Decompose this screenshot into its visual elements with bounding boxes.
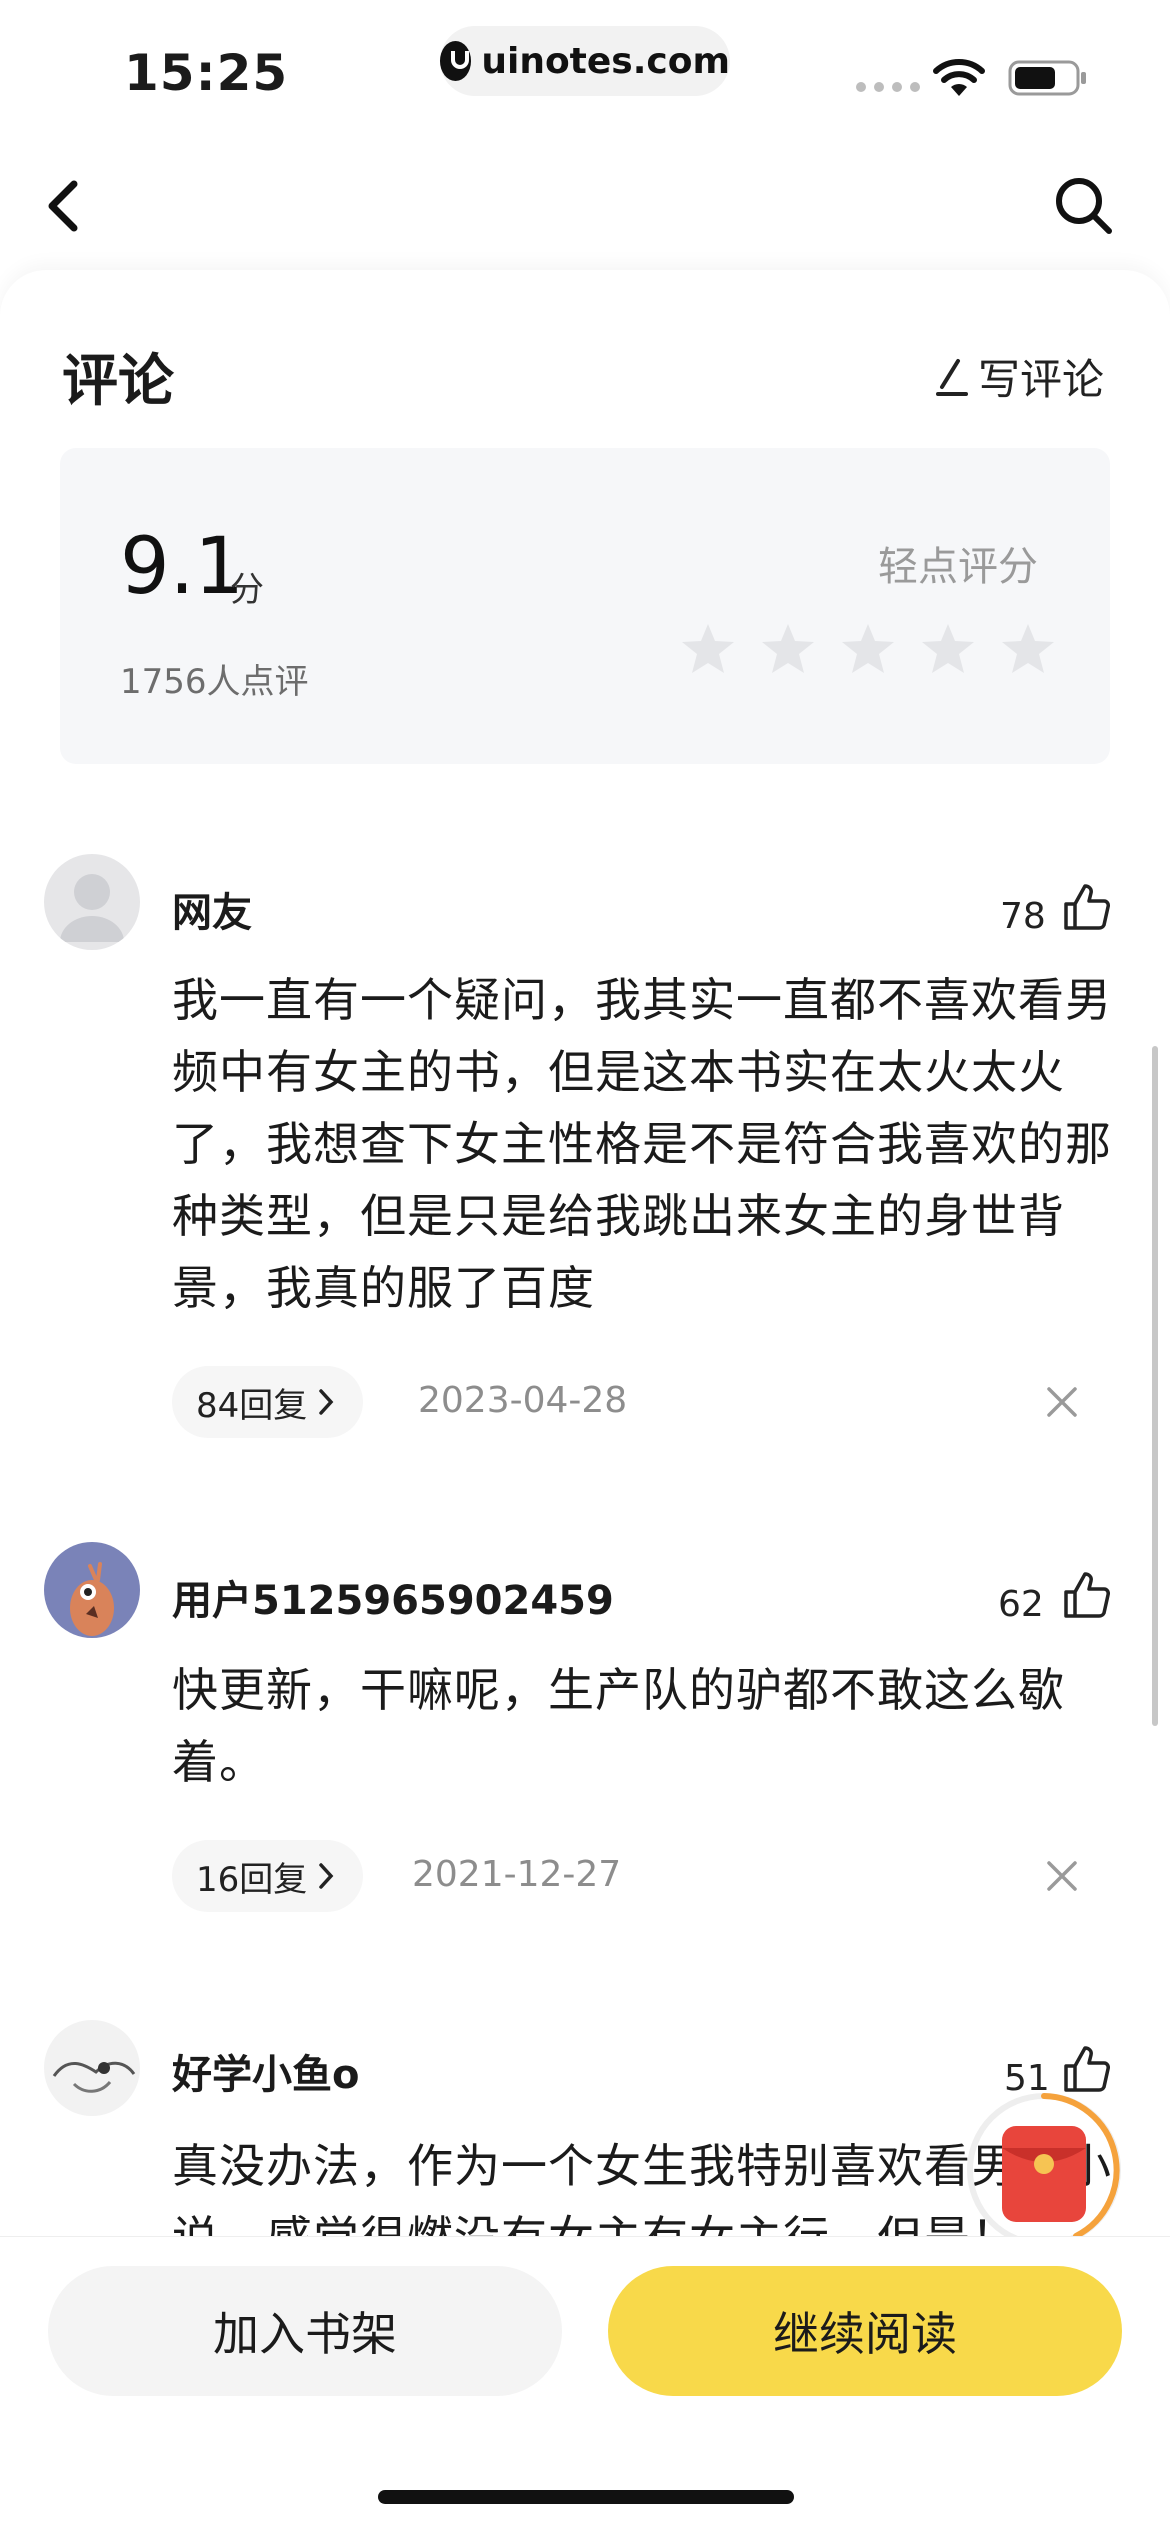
url-pill: uinotes.com: [440, 26, 730, 96]
avatar[interactable]: [44, 1542, 140, 1638]
replies-label: 84回复: [196, 1385, 308, 1426]
star-icon[interactable]: [920, 622, 976, 676]
add-to-shelf-button[interactable]: 加入书架: [48, 2266, 562, 2396]
chevron-right-icon: [319, 1389, 334, 1415]
chevron-right-icon: [319, 1863, 334, 1889]
comment-date: 2021-12-27: [412, 1854, 622, 1895]
continue-reading-button[interactable]: 继续阅读: [608, 2266, 1122, 2396]
comment-username[interactable]: 网友: [172, 880, 252, 938]
thumbs-up-icon[interactable]: [1062, 2044, 1112, 2094]
home-indicator[interactable]: [378, 2490, 794, 2504]
star-icon[interactable]: [760, 622, 816, 676]
replies-button[interactable]: 84回复: [172, 1366, 364, 1438]
star-rating-input[interactable]: [680, 622, 1056, 676]
replies-label: 16回复: [196, 1859, 308, 1900]
star-icon[interactable]: [840, 622, 896, 676]
url-text: uinotes.com: [481, 40, 730, 82]
page-title: 评论: [62, 349, 174, 414]
like-count: 62: [998, 1584, 1044, 1625]
rating-unit: 分: [230, 570, 264, 610]
rating-count: 1756人点评: [120, 662, 309, 702]
default-avatar-icon: [60, 874, 124, 942]
comment-date: 2023-04-28: [418, 1380, 628, 1421]
status-time: 15:25: [124, 44, 289, 102]
comment-text: 我一直有一个疑问，我其实一直都不喜欢看男频中有女主的书，但是这本书实在太火太火了…: [172, 973, 1112, 1315]
write-review-button[interactable]: 写评论: [934, 346, 1104, 407]
rating-score: 9.1: [120, 522, 245, 612]
pencil-icon: [936, 358, 968, 396]
avatar[interactable]: [44, 2020, 140, 2116]
star-icon[interactable]: [1000, 622, 1056, 676]
search-icon[interactable]: [1054, 176, 1114, 236]
bird-avatar-icon: [70, 1562, 114, 1636]
back-chevron-icon[interactable]: [44, 178, 84, 234]
star-icon[interactable]: [680, 622, 736, 676]
sketch-avatar-icon: [52, 2061, 136, 2093]
wifi-icon: [933, 59, 985, 96]
comment-text: 快更新，干嘛呢，生产队的驴都不敢这么歇着。: [172, 1663, 1065, 1789]
thumbs-up-icon[interactable]: [1062, 1570, 1112, 1620]
comment-username[interactable]: 用户5125965902459: [172, 1568, 614, 1626]
battery-icon: [1008, 60, 1086, 96]
cellular-signal-icon: [856, 82, 920, 92]
close-icon[interactable]: [1046, 1386, 1078, 1418]
red-packet-icon[interactable]: [964, 2090, 1124, 2250]
rate-prompt: 轻点评分: [878, 544, 1038, 590]
scrollbar[interactable]: [1152, 1046, 1158, 1726]
write-review-label: 写评论: [978, 355, 1105, 404]
close-icon[interactable]: [1046, 1860, 1078, 1892]
uinotes-logo-icon: [440, 41, 472, 81]
thumbs-up-icon[interactable]: [1062, 882, 1112, 932]
comment-username[interactable]: 好学小鱼o: [172, 2042, 359, 2100]
like-count: 78: [1000, 896, 1046, 937]
avatar[interactable]: [44, 854, 140, 950]
replies-button[interactable]: 16回复: [172, 1840, 364, 1912]
